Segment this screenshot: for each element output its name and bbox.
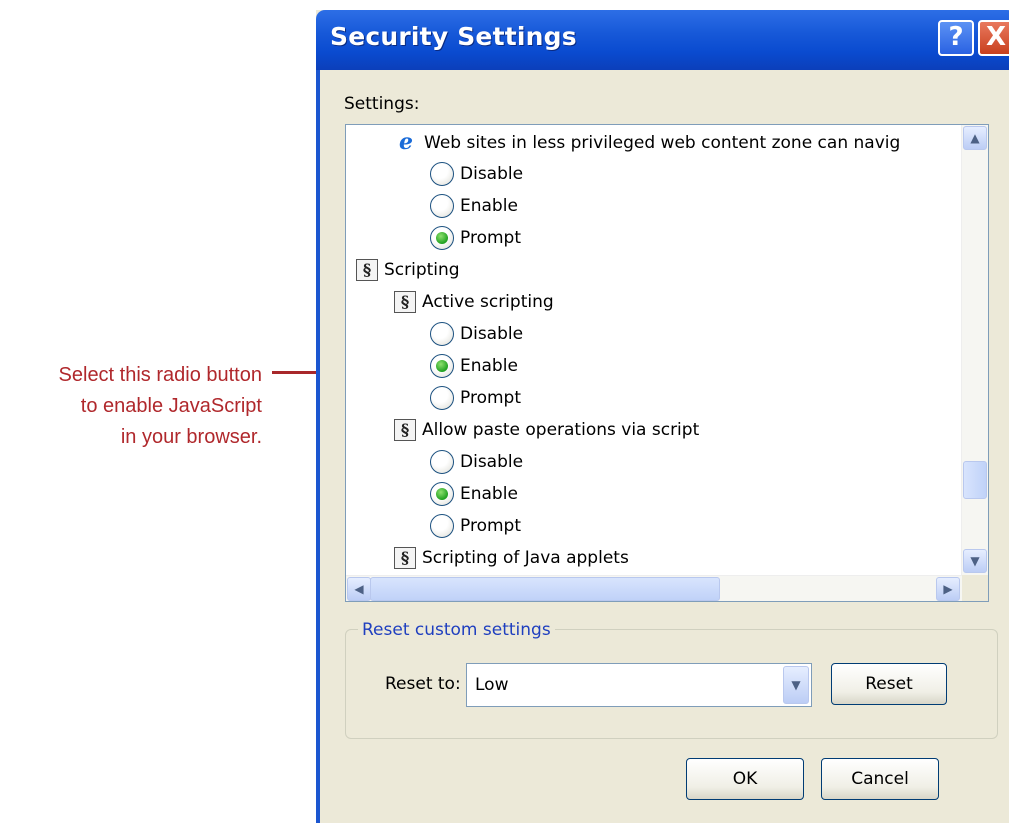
radio-label: Prompt	[460, 516, 521, 536]
annotation-line: in your browser.	[120, 426, 262, 448]
help-button[interactable]: ?	[938, 20, 974, 56]
category-label: Scripting	[384, 260, 460, 280]
radio-option[interactable]: Prompt	[430, 511, 521, 541]
settings-label: Settings:	[344, 94, 420, 114]
setting-label: Web sites in less privileged web content…	[424, 133, 901, 153]
script-icon: §	[356, 259, 378, 281]
script-icon: §	[394, 547, 416, 569]
ie-icon: e	[399, 129, 413, 155]
horizontal-scrollbar[interactable]: ◀ ▶	[346, 575, 962, 601]
radio-label: Disable	[460, 164, 524, 184]
script-icon: §	[394, 419, 416, 441]
vertical-scroll-thumb[interactable]	[963, 461, 987, 499]
radio-label: Enable	[460, 196, 518, 216]
annotation-line: Select this radio button	[58, 364, 262, 386]
setting-scripting-java-applets: § Scripting of Java applets	[394, 543, 629, 573]
radio-option[interactable]: Prompt	[430, 383, 521, 413]
settings-tree: e Web sites in less privileged web conte…	[346, 125, 962, 575]
scroll-left-icon[interactable]: ◀	[347, 577, 371, 601]
radio-disable[interactable]	[430, 162, 454, 186]
annotation-line: to enable JavaScript	[80, 395, 262, 417]
dialog-title: Security Settings	[330, 22, 577, 51]
vertical-scrollbar[interactable]: ▲ ▼	[961, 125, 988, 575]
reset-to-value: Low	[475, 675, 509, 695]
radio-label: Disable	[460, 452, 524, 472]
radio-prompt[interactable]	[430, 386, 454, 410]
setting-label: Scripting of Java applets	[422, 548, 629, 568]
category-scripting: § Scripting	[356, 255, 460, 285]
radio-option[interactable]: Disable	[430, 159, 523, 189]
scroll-up-icon[interactable]: ▲	[963, 126, 987, 150]
radio-label: Enable	[460, 356, 518, 376]
radio-option[interactable]: Enable	[430, 479, 518, 509]
radio-option[interactable]: Disable	[430, 447, 523, 477]
setting-label: Allow paste operations via script	[422, 420, 700, 440]
annotation-text: Select this radio button to enable JavaS…	[0, 360, 262, 453]
radio-disable[interactable]	[430, 322, 454, 346]
setting-label: Active scripting	[422, 292, 554, 312]
dialog-border	[316, 70, 320, 823]
radio-enable[interactable]	[430, 194, 454, 218]
script-icon: §	[394, 291, 416, 313]
radio-prompt[interactable]	[430, 514, 454, 538]
setting-web-sites-navigate: e Web sites in less privileged web conte…	[394, 128, 900, 158]
horizontal-scroll-thumb[interactable]	[370, 577, 720, 601]
reset-to-dropdown[interactable]: Low ▼	[466, 663, 812, 707]
reset-to-label: Reset to:	[385, 674, 461, 694]
close-button[interactable]: X	[978, 20, 1009, 56]
scroll-right-icon[interactable]: ▶	[936, 577, 960, 601]
setting-active-scripting: § Active scripting	[394, 287, 554, 317]
radio-option[interactable]: Enable	[430, 191, 518, 221]
radio-enable-selected[interactable]	[430, 354, 454, 378]
setting-allow-paste: § Allow paste operations via script	[394, 415, 699, 445]
settings-list[interactable]: e Web sites in less privileged web conte…	[345, 124, 989, 602]
radio-prompt-selected[interactable]	[430, 226, 454, 250]
radio-enable-selected[interactable]	[430, 482, 454, 506]
radio-label: Prompt	[460, 388, 521, 408]
radio-label: Prompt	[460, 228, 521, 248]
title-bar[interactable]: Security Settings ? X	[316, 10, 1009, 70]
radio-label: Enable	[460, 484, 518, 504]
scrollbar-corner	[962, 575, 988, 601]
ok-button[interactable]: OK	[686, 758, 804, 800]
radio-option[interactable]: Disable	[430, 319, 523, 349]
radio-label: Disable	[460, 324, 524, 344]
cancel-button[interactable]: Cancel	[821, 758, 939, 800]
reset-group-title: Reset custom settings	[358, 620, 555, 640]
scroll-down-icon[interactable]: ▼	[963, 549, 987, 573]
radio-option[interactable]: Enable	[430, 351, 518, 381]
chevron-down-icon[interactable]: ▼	[783, 666, 809, 704]
reset-button[interactable]: Reset	[831, 663, 947, 705]
radio-option[interactable]: Prompt	[430, 223, 521, 253]
security-settings-dialog: Security Settings ? X Settings: e Web si…	[316, 10, 1009, 823]
radio-disable[interactable]	[430, 450, 454, 474]
